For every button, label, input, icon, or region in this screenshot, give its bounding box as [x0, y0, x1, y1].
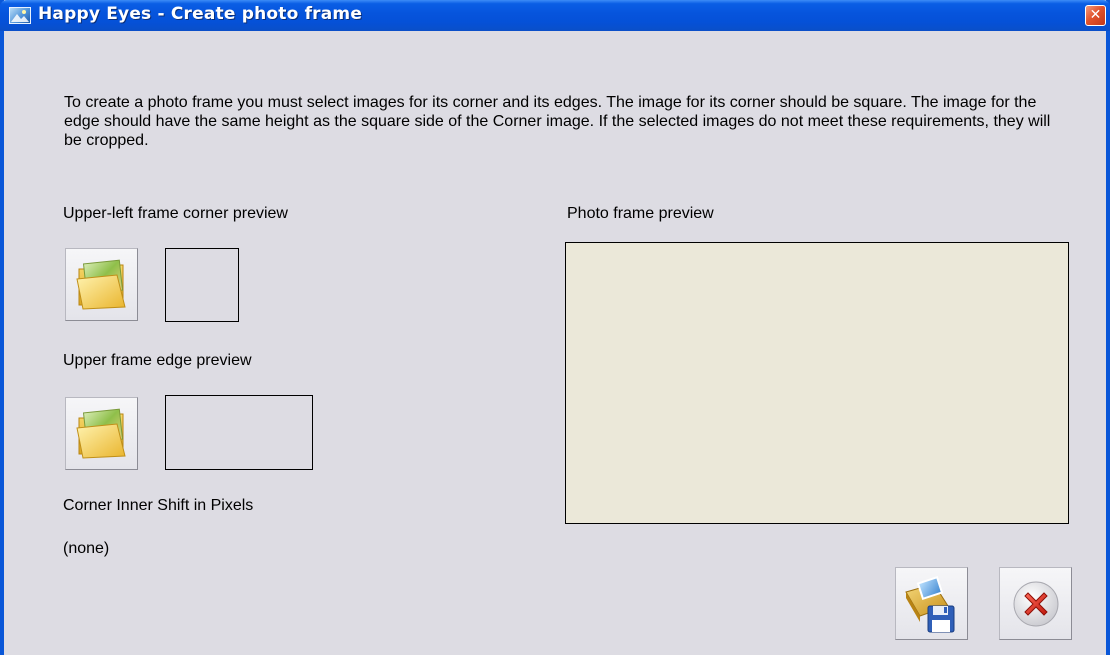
- window-title: Happy Eyes - Create photo frame: [38, 4, 363, 24]
- corner-image-preview: [165, 248, 239, 322]
- corner-shift-label: Corner Inner Shift in Pixels: [63, 497, 254, 514]
- cancel-button[interactable]: [999, 567, 1072, 640]
- corner-shift-value: (none): [63, 540, 110, 557]
- folder-open-icon: [76, 408, 126, 459]
- select-edge-image-button[interactable]: [65, 397, 138, 470]
- create-photo-frame-dialog: Happy Eyes - Create photo frame ✕ To cre…: [0, 0, 1110, 655]
- save-photo-icon: [905, 576, 955, 633]
- photo-frame-preview: [565, 242, 1069, 524]
- close-button[interactable]: ✕: [1085, 5, 1106, 26]
- title-bar[interactable]: Happy Eyes - Create photo frame ✕: [0, 0, 1110, 31]
- app-icon: [9, 7, 31, 24]
- corner-preview-label: Upper-left frame corner preview: [63, 205, 288, 222]
- edge-preview-label: Upper frame edge preview: [63, 352, 252, 369]
- folder-open-icon: [76, 259, 126, 310]
- edge-image-preview: [165, 395, 313, 470]
- save-button[interactable]: [895, 567, 968, 640]
- frame-preview-label: Photo frame preview: [567, 205, 714, 222]
- instructions-text: To create a photo frame you must select …: [64, 94, 1051, 149]
- select-corner-image-button[interactable]: [65, 248, 138, 321]
- cancel-x-icon: [1013, 581, 1059, 627]
